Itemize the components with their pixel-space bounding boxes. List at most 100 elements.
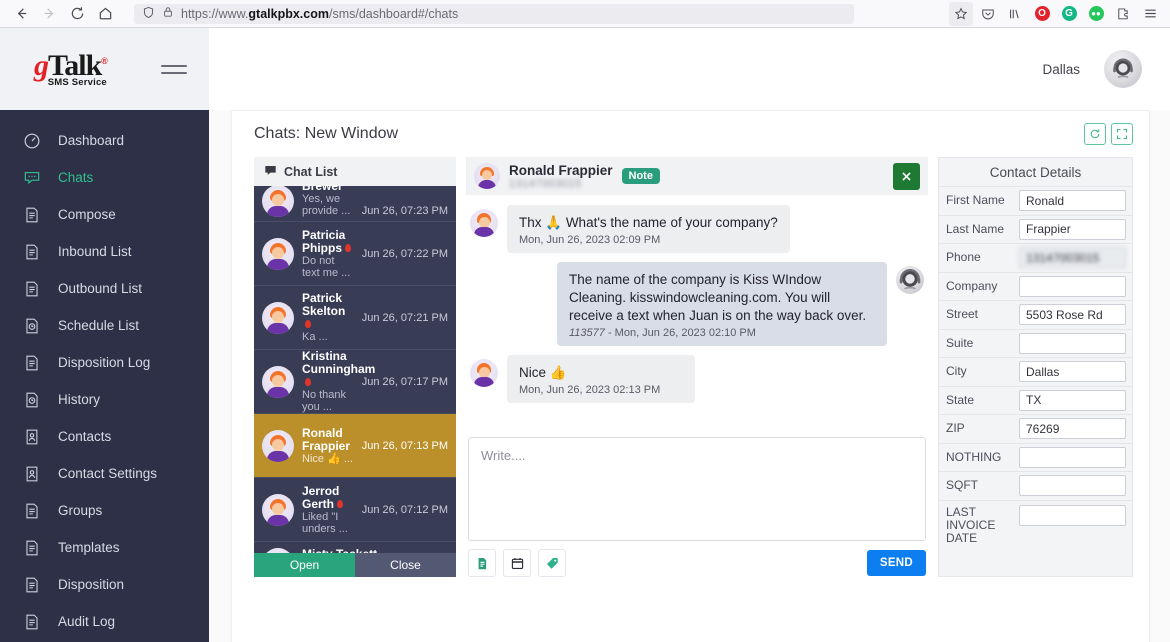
logo-registered-mark: ® (101, 55, 108, 66)
field-row-last-invoice-date: LAST INVOICE DATE (939, 499, 1132, 544)
brand-header: gTalk® SMS Service (0, 28, 209, 110)
sidebar-item-schedule-list[interactable]: Schedule List (0, 307, 209, 344)
nothing-field[interactable] (1019, 446, 1126, 468)
calendar-icon[interactable] (503, 549, 531, 577)
refresh-icon[interactable] (1084, 123, 1106, 145)
list-item[interactable]: Misty Tackett (254, 542, 456, 553)
open-button[interactable]: Open (254, 553, 355, 577)
sidebar-item-outbound-list[interactable]: Outbound List (0, 270, 209, 307)
url-text: https://www.gtalkpbx.com/sms/dashboard#/… (181, 6, 459, 21)
chat-list-body[interactable]: Brewer Yes, we provide ... Jun 26, 07:23… (254, 186, 456, 553)
opera-icon[interactable]: O (1030, 2, 1054, 26)
list-item-selected[interactable]: Ronald Frappier Nice 👍 ... Jun 26, 07:13… (254, 414, 456, 478)
sidebar: gTalk® SMS Service Dashboard Chats Compo… (0, 28, 209, 642)
message-id: 113577 (569, 327, 605, 339)
sidebar-item-contact-settings[interactable]: Contact Settings (0, 455, 209, 492)
home-icon[interactable] (92, 2, 118, 26)
grammarly-icon[interactable]: G (1057, 2, 1081, 26)
sidebar-toggle-icon[interactable] (161, 64, 187, 74)
timestamp: Jun 26, 07:12 PM (361, 503, 448, 516)
sidebar-item-dashboard[interactable]: Dashboard (0, 122, 209, 159)
message-bubble: Thx 🙏 What's the name of your company? M… (507, 205, 790, 253)
expand-icon[interactable] (1111, 123, 1133, 145)
phone-field[interactable]: 13147003015 (1019, 247, 1126, 269)
pocket-icon[interactable] (976, 2, 1000, 26)
first-name-field[interactable]: Ronald (1019, 190, 1126, 212)
avatar (262, 429, 294, 462)
sidebar-label: Groups (58, 503, 103, 518)
message-input[interactable]: Write.... (468, 437, 926, 541)
last-name-field[interactable]: Frappier (1019, 218, 1126, 240)
list-item[interactable]: Patrick Skelton Ka ... Jun 26, 07:21 PM (254, 286, 456, 350)
browser-toolbar: https://www.gtalkpbx.com/sms/dashboard#/… (0, 0, 1170, 28)
back-arrow-icon[interactable] (8, 2, 34, 26)
city-field[interactable]: Dallas (1019, 361, 1126, 383)
zip-field[interactable]: 76269 (1019, 418, 1126, 440)
top-header: Dallas (209, 28, 1170, 110)
contact-details-panel: Contact Details First Name Ronald Last N… (938, 157, 1133, 577)
avatar (470, 209, 498, 237)
close-button[interactable]: Close (355, 553, 456, 577)
list-item[interactable]: Brewer Yes, we provide ... Jun 26, 07:23… (254, 186, 456, 222)
avatar[interactable] (1104, 50, 1142, 88)
sidebar-item-chats[interactable]: Chats (0, 159, 209, 196)
forward-arrow-icon[interactable] (36, 2, 62, 26)
list-item[interactable]: Jerrod Gerth Liked "I unders ... Jun 26,… (254, 478, 456, 542)
street-field[interactable]: 5503 Rose Rd (1019, 304, 1126, 326)
sidebar-item-disposition[interactable]: Disposition (0, 566, 209, 603)
message-preview: Liked "I unders ... (302, 510, 348, 535)
whatsapp-icon[interactable]: ●● (1084, 2, 1108, 26)
message-text: Thx 🙏 What's the name of your company? (519, 215, 778, 230)
sqft-field[interactable] (1019, 475, 1126, 497)
card-header-actions (1084, 123, 1133, 145)
composer-toolbar: SEND (466, 541, 928, 577)
contact-phone: 13147003015 (509, 177, 582, 190)
gtalk-logo[interactable]: gTalk® SMS Service (34, 50, 108, 88)
send-button[interactable]: SEND (866, 550, 926, 576)
sidebar-item-contacts[interactable]: Contacts (0, 418, 209, 455)
sidebar-item-audit-log[interactable]: Audit Log (0, 603, 209, 640)
field-row-nothing: NOTHING (939, 442, 1132, 472)
chat-list-icon (264, 164, 277, 180)
suite-field[interactable] (1019, 332, 1126, 354)
list-item[interactable]: Kristina Cunningham No thank you ... Jun… (254, 350, 456, 414)
template-document-icon[interactable] (468, 549, 496, 577)
last-invoice-date-field[interactable] (1019, 504, 1126, 526)
message-timestamp: Mon, Jun 26, 2023 02:13 PM (519, 384, 661, 396)
note-badge[interactable]: Note (621, 168, 660, 184)
sidebar-item-templates[interactable]: Templates (0, 529, 209, 566)
sidebar-label: Chats (58, 170, 94, 185)
sidebar-label: Schedule List (58, 318, 140, 333)
contact-name: Jerrod Gerth (302, 484, 354, 511)
message-outgoing: The name of the company is Kiss WIndow C… (470, 262, 924, 346)
message-timestamp: 113577 - Mon, Jun 26, 2023 02:10 PM (569, 327, 756, 339)
avatar (262, 186, 294, 217)
field-row-last-name: Last Name Frappier (939, 214, 1132, 244)
field-label: State (946, 392, 975, 407)
chat-icon (22, 168, 42, 188)
document-icon (22, 612, 42, 632)
library-icon[interactable] (1003, 2, 1027, 26)
sidebar-item-groups[interactable]: Groups (0, 492, 209, 529)
field-row-zip: ZIP 76269 (939, 414, 1132, 443)
message-text: The name of the company is Kiss WIndow C… (569, 272, 867, 323)
message-thread: Thx 🙏 What's the name of your company? M… (466, 195, 928, 435)
url-bar[interactable]: https://www.gtalkpbx.com/sms/dashboard#/… (134, 3, 854, 24)
bookmark-star-icon[interactable] (949, 1, 973, 26)
unread-badge-icon (337, 499, 344, 508)
sidebar-item-inbound-list[interactable]: Inbound List (0, 233, 209, 270)
reload-icon[interactable] (64, 2, 90, 26)
close-icon[interactable] (893, 162, 920, 190)
state-field[interactable]: TX (1019, 389, 1126, 411)
sidebar-item-compose[interactable]: Compose (0, 196, 209, 233)
company-field[interactable] (1019, 275, 1126, 297)
extension-icon[interactable] (1111, 2, 1135, 26)
tag-icon[interactable] (538, 549, 566, 577)
menu-icon[interactable] (1138, 2, 1162, 26)
contact-icon (22, 427, 42, 447)
browser-extension-icons: O G ●● (949, 1, 1162, 26)
sidebar-item-disposition-log[interactable]: Disposition Log (0, 344, 209, 381)
list-item[interactable]: Patricia Phipps Do not text me ... Jun 2… (254, 222, 456, 286)
avatar (474, 163, 500, 189)
sidebar-item-history[interactable]: History (0, 381, 209, 418)
